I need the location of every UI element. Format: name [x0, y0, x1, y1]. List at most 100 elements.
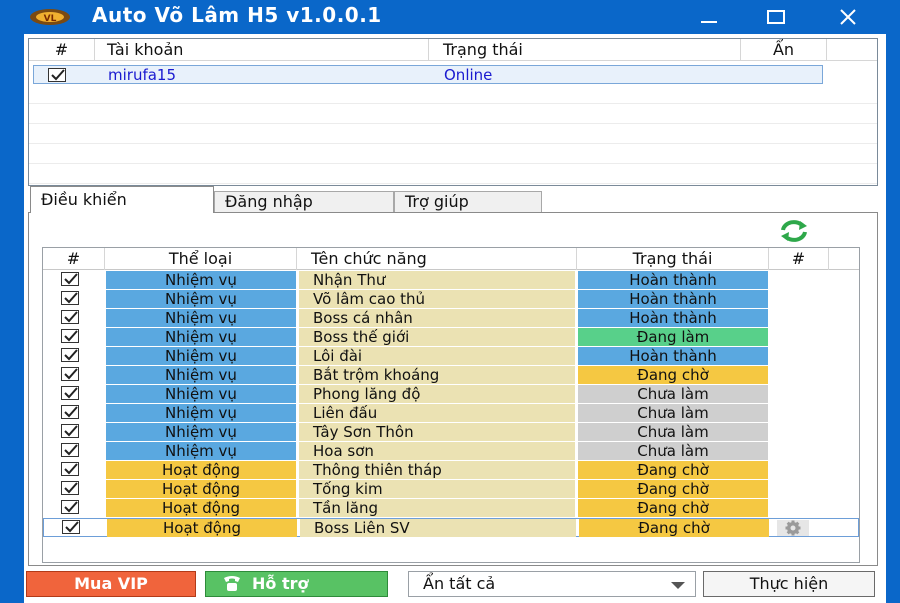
task-checkbox[interactable]	[61, 348, 79, 362]
task-row[interactable]: Nhiệm vụ Tây Sơn Thôn Chưa làm	[43, 423, 859, 442]
task-checkbox[interactable]	[61, 291, 79, 305]
account-name: mirufa15	[108, 66, 177, 84]
run-button[interactable]: Thực hiện	[703, 571, 875, 597]
support-label: Hỗ trợ	[252, 574, 309, 593]
task-category: Nhiệm vụ	[106, 385, 296, 403]
task-category: Hoạt động	[107, 519, 297, 537]
title-bar[interactable]: VL Auto Võ Lâm H5 v1.0.0.1	[0, 0, 900, 34]
task-function-name: Thông thiên tháp	[299, 461, 575, 479]
app-logo-icon: VL	[30, 9, 70, 25]
task-checkbox[interactable]	[61, 272, 79, 286]
action-select[interactable]: Ẩn tất cả	[408, 571, 696, 597]
task-category: Nhiệm vụ	[106, 404, 296, 422]
task-category: Hoạt động	[106, 499, 296, 517]
account-row-empty	[29, 105, 877, 124]
col-check[interactable]: #	[29, 39, 95, 61]
col-hidden[interactable]: Ẩn	[741, 39, 827, 61]
action-select-value: Ẩn tất cả	[423, 574, 496, 593]
task-checkbox[interactable]	[61, 443, 79, 457]
task-category: Hoạt động	[106, 480, 296, 498]
task-row[interactable]: Hoạt động Tống kim Đang chờ	[43, 480, 859, 499]
task-checkbox[interactable]	[61, 310, 79, 324]
task-row[interactable]: Nhiệm vụ Lôi đài Hoàn thành	[43, 347, 859, 366]
account-grid[interactable]: # Tài khoản Trạng thái Ẩn mirufa15 Onlin…	[28, 38, 878, 186]
task-row[interactable]: Nhiệm vụ Boss thế giới Đang làm	[43, 328, 859, 347]
tab-tro-giup[interactable]: Trợ giúp	[394, 191, 542, 213]
task-checkbox[interactable]	[61, 405, 79, 419]
task-category: Nhiệm vụ	[106, 442, 296, 460]
checkmark-icon	[64, 311, 78, 323]
task-function-name: Tần lăng	[299, 499, 575, 517]
col-function-name[interactable]: Tên chức năng	[297, 248, 577, 270]
tab-strip: Điều khiển Đăng nhập Trợ giúp	[28, 186, 878, 213]
checkmark-icon	[64, 368, 78, 380]
account-row-empty	[29, 85, 877, 104]
task-row[interactable]: Nhiệm vụ Phong lăng độ Chưa làm	[43, 385, 859, 404]
col-account[interactable]: Tài khoản	[95, 39, 429, 61]
checkmark-icon	[64, 292, 78, 304]
task-checkbox[interactable]	[61, 386, 79, 400]
task-status: Đang chờ	[578, 480, 768, 498]
task-row[interactable]: Hoạt động Tần lăng Đang chờ	[43, 499, 859, 518]
account-row-empty	[29, 145, 877, 164]
task-status: Chưa làm	[578, 423, 768, 441]
task-row[interactable]: Nhiệm vụ Hoa sơn Chưa làm	[43, 442, 859, 461]
col-status[interactable]: Trạng thái	[429, 39, 741, 61]
task-category: Nhiệm vụ	[106, 290, 296, 308]
chevron-down-icon	[671, 582, 685, 589]
phone-icon	[224, 576, 240, 591]
task-checkbox[interactable]	[61, 481, 79, 495]
refresh-icon[interactable]	[778, 219, 810, 243]
checkmark-icon	[64, 482, 78, 494]
task-checkbox[interactable]	[61, 462, 79, 476]
task-row[interactable]: Nhiệm vụ Liên đấu Chưa làm	[43, 404, 859, 423]
task-row[interactable]: Hoạt động Thông thiên tháp Đang chờ	[43, 461, 859, 480]
account-row-empty	[29, 125, 877, 144]
task-status: Hoàn thành	[578, 309, 768, 327]
window-title: Auto Võ Lâm H5 v1.0.0.1	[92, 3, 382, 27]
task-function-name: Tây Sơn Thôn	[299, 423, 575, 441]
task-grid[interactable]: # Thể loại Tên chức năng Trạng thái # Nh…	[42, 247, 860, 563]
task-function-name: Phong lăng độ	[299, 385, 575, 403]
col-category[interactable]: Thể loại	[105, 248, 297, 270]
tab-dang-nhap[interactable]: Đăng nhập	[214, 191, 394, 213]
account-checkbox[interactable]	[48, 68, 66, 82]
task-checkbox[interactable]	[61, 367, 79, 381]
maximize-button[interactable]	[748, 0, 804, 34]
task-row[interactable]: Nhiệm vụ Boss cá nhân Hoàn thành	[43, 309, 859, 328]
col-status[interactable]: Trạng thái	[577, 248, 769, 270]
col-settings[interactable]: #	[769, 248, 829, 270]
task-category: Nhiệm vụ	[106, 347, 296, 365]
task-row[interactable]: Hoạt động Boss Liên SV Đang chờ	[43, 518, 859, 537]
task-checkbox[interactable]	[61, 424, 79, 438]
client-area: # Tài khoản Trạng thái Ẩn mirufa15 Onlin…	[24, 34, 886, 603]
col-check[interactable]: #	[43, 248, 105, 270]
account-status: Online	[444, 66, 493, 84]
task-category: Nhiệm vụ	[106, 366, 296, 384]
minimize-button[interactable]	[681, 0, 737, 34]
task-status: Chưa làm	[578, 404, 768, 422]
checkmark-icon	[64, 273, 78, 285]
gear-icon[interactable]	[777, 520, 809, 536]
task-function-name: Boss thế giới	[299, 328, 575, 346]
task-status: Đang chờ	[578, 461, 768, 479]
minimize-icon	[701, 21, 717, 23]
task-status: Hoàn thành	[578, 290, 768, 308]
task-status: Đang chờ	[578, 499, 768, 517]
task-status: Hoàn thành	[578, 347, 768, 365]
buy-vip-button[interactable]: Mua VIP	[26, 571, 196, 597]
task-status: Đang làm	[578, 328, 768, 346]
account-row[interactable]: mirufa15 Online	[33, 65, 823, 84]
task-function-name: Lôi đài	[299, 347, 575, 365]
checkmark-icon	[64, 463, 78, 475]
task-checkbox[interactable]	[61, 500, 79, 514]
task-checkbox[interactable]	[61, 329, 79, 343]
task-row[interactable]: Nhiệm vụ Nhận Thư Hoàn thành	[43, 271, 859, 290]
close-button[interactable]	[820, 0, 876, 34]
account-grid-header: # Tài khoản Trạng thái Ẩn	[29, 39, 877, 61]
task-checkbox[interactable]	[62, 520, 80, 534]
tab-dieu-khien[interactable]: Điều khiển	[30, 186, 214, 213]
task-row[interactable]: Nhiệm vụ Võ lâm cao thủ Hoàn thành	[43, 290, 859, 309]
support-button[interactable]: Hỗ trợ	[205, 571, 388, 597]
task-row[interactable]: Nhiệm vụ Bắt trộm khoáng Đang chờ	[43, 366, 859, 385]
